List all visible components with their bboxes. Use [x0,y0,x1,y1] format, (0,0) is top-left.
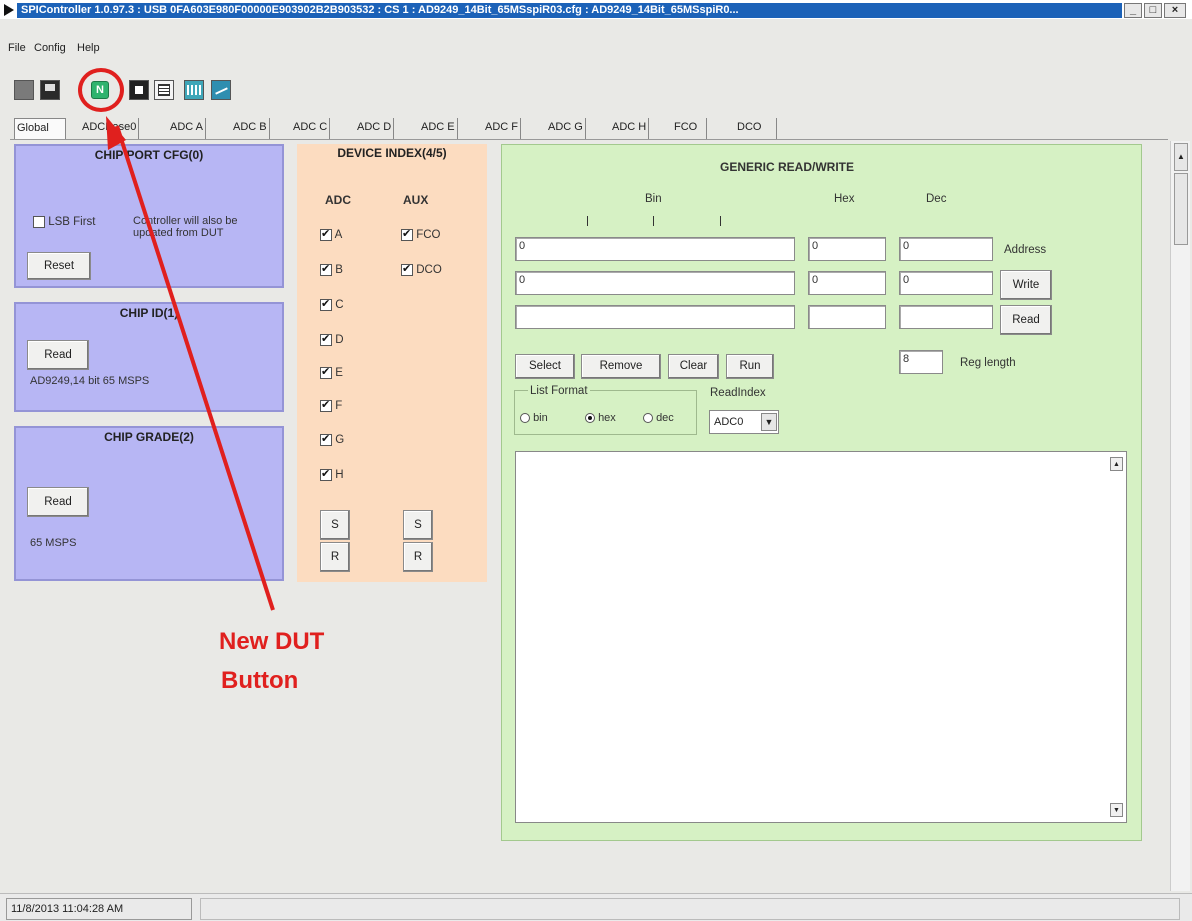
annotation-line2: Button [221,667,299,694]
status-timestamp: 11/8/2013 11:04:28 AM [6,898,192,920]
status-bar: 11/8/2013 11:04:28 AM [0,893,1192,921]
annotation-line1: New DUT [219,628,325,655]
annotation-arrow [106,116,275,611]
status-field [200,898,1180,920]
arrow-shaft [115,125,275,611]
